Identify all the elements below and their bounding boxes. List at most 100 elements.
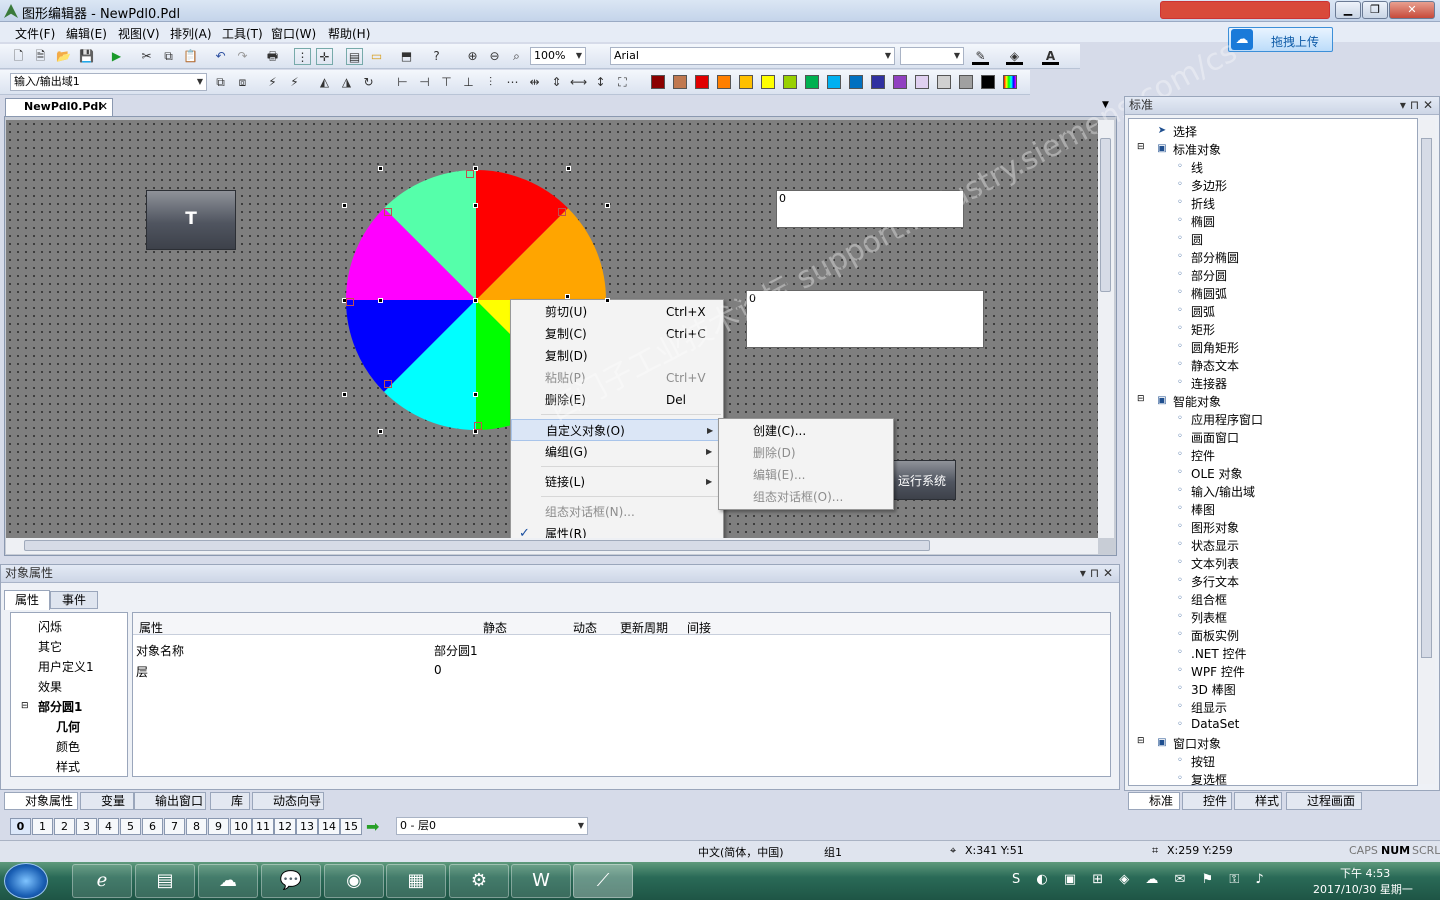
selection-handle[interactable] bbox=[342, 203, 347, 208]
color-swatch[interactable] bbox=[915, 75, 929, 89]
grid-column-header[interactable]: 静态 bbox=[483, 619, 507, 636]
color-swatch[interactable] bbox=[739, 75, 753, 89]
tree-item[interactable]: 效果 bbox=[38, 678, 62, 695]
copy-icon[interactable]: ⧉ bbox=[160, 48, 177, 65]
color-swatch[interactable] bbox=[871, 75, 885, 89]
color-swatch[interactable] bbox=[937, 75, 951, 89]
layer-button[interactable]: 1 bbox=[32, 818, 53, 835]
palette-item[interactable]: 圆弧 bbox=[1191, 303, 1215, 320]
align-right-icon[interactable]: ⊣ bbox=[416, 74, 433, 91]
align-left-icon[interactable]: ⊢ bbox=[394, 74, 411, 91]
wand-icon[interactable]: ⚡ bbox=[264, 74, 281, 91]
ungroup-icon[interactable]: ⧈ bbox=[234, 74, 251, 91]
palette-item[interactable]: 标准对象 bbox=[1173, 141, 1221, 158]
doc-tab[interactable]: NewPdl0.Pdl ✕ bbox=[5, 98, 113, 116]
tree-item[interactable]: 闪烁 bbox=[38, 618, 62, 635]
menu-item[interactable]: 帮助(H) bbox=[328, 25, 370, 42]
palette-item[interactable]: 线 bbox=[1191, 159, 1203, 176]
tool-icon[interactable]: ⚙ bbox=[449, 864, 509, 898]
color-picker-icon[interactable] bbox=[1003, 75, 1017, 89]
tab-events[interactable]: 事件 bbox=[50, 591, 98, 609]
same-size-icon[interactable]: ⛶ bbox=[614, 74, 631, 91]
selection-handle[interactable] bbox=[473, 392, 478, 397]
selection-handle[interactable] bbox=[342, 392, 347, 397]
submenu-item[interactable]: 创建(C)... bbox=[719, 420, 893, 442]
bottom-tab[interactable]: 对象属性 bbox=[4, 792, 78, 810]
palette-item[interactable]: DataSet bbox=[1191, 717, 1239, 731]
layer-button[interactable]: 8 bbox=[186, 818, 207, 835]
minimize-button[interactable]: ▁ bbox=[1335, 1, 1361, 19]
grid-column-header[interactable]: 间接 bbox=[687, 619, 711, 636]
palette-item[interactable]: 矩形 bbox=[1191, 321, 1215, 338]
start-button[interactable] bbox=[4, 863, 48, 899]
grid-cell-value[interactable]: 0 bbox=[434, 663, 442, 677]
layer-button[interactable]: 12 bbox=[274, 818, 296, 835]
selection-handle[interactable] bbox=[566, 166, 571, 171]
palette-item[interactable]: 静态文本 bbox=[1191, 357, 1239, 374]
palette-item[interactable]: 组合框 bbox=[1191, 591, 1227, 608]
palette-item[interactable]: 图形对象 bbox=[1191, 519, 1239, 536]
color-swatch[interactable] bbox=[959, 75, 973, 89]
explorer-icon[interactable]: ▤ bbox=[135, 864, 195, 898]
grid-cell-value[interactable]: 部分圆1 bbox=[434, 642, 478, 659]
palette-tab[interactable]: 控件 bbox=[1182, 792, 1232, 810]
palette-vscroll[interactable] bbox=[1419, 120, 1435, 784]
palette-item[interactable]: 按钮 bbox=[1191, 753, 1215, 770]
color-swatch[interactable] bbox=[849, 75, 863, 89]
center-v-icon[interactable]: ⋯ bbox=[504, 74, 521, 91]
layer-button[interactable]: 9 bbox=[208, 818, 229, 835]
undo-icon[interactable]: ↶ bbox=[212, 48, 229, 65]
tray-icons[interactable]: S ◐ ▣ ⊞ ◈ ☁ ✉ ⚑ ⚿ ♪ bbox=[1012, 872, 1270, 887]
color-swatch[interactable] bbox=[673, 75, 687, 89]
palette-item[interactable]: 折线 bbox=[1191, 195, 1215, 212]
palette-item[interactable]: OLE 对象 bbox=[1191, 465, 1243, 482]
graphics-designer-task[interactable]: ⟋ bbox=[573, 864, 633, 898]
menu-item[interactable]: 排列(A) bbox=[170, 25, 212, 42]
palette-item[interactable]: 复选框 bbox=[1191, 771, 1227, 788]
layer-button[interactable]: 15 bbox=[340, 818, 362, 835]
tree-item[interactable]: 部分圆1 bbox=[38, 698, 82, 715]
ie-icon[interactable]: ℯ bbox=[72, 864, 132, 898]
color-swatch[interactable] bbox=[651, 75, 665, 89]
menu-item[interactable]: 编辑(E) bbox=[66, 25, 107, 42]
layer-button[interactable]: 11 bbox=[252, 818, 274, 835]
cut-icon[interactable]: ✂ bbox=[138, 48, 155, 65]
color-swatch[interactable] bbox=[805, 75, 819, 89]
canvas-vscroll[interactable] bbox=[1098, 120, 1114, 538]
palette-item[interactable]: 部分椭圆 bbox=[1191, 249, 1239, 266]
selection-handle[interactable] bbox=[473, 298, 478, 303]
color-swatch[interactable] bbox=[827, 75, 841, 89]
arrow-right-icon[interactable]: ➡ bbox=[366, 817, 379, 836]
tree-item[interactable]: 其它 bbox=[38, 638, 62, 655]
print-icon[interactable]: 🖶 bbox=[264, 48, 281, 65]
grid-icon[interactable]: ⋮ bbox=[294, 48, 311, 65]
save-icon[interactable]: 💾 bbox=[78, 48, 95, 65]
palette-item[interactable]: 输入/输出域 bbox=[1191, 483, 1255, 500]
palette-tab[interactable]: 过程画面 bbox=[1286, 792, 1362, 810]
rotation-handle[interactable] bbox=[384, 380, 392, 388]
upload-button[interactable]: ☁ 拖拽上传 bbox=[1228, 27, 1333, 52]
rotation-handle[interactable] bbox=[474, 422, 482, 430]
layer-button[interactable]: 14 bbox=[318, 818, 340, 835]
palette-item[interactable]: 画面窗口 bbox=[1191, 429, 1239, 446]
same-height-icon[interactable]: ↕ bbox=[592, 74, 609, 91]
palette-item[interactable]: .NET 控件 bbox=[1191, 645, 1247, 662]
palette-item[interactable]: 棒图 bbox=[1191, 501, 1215, 518]
grid-column-header[interactable]: 属性 bbox=[139, 619, 163, 636]
layer-button[interactable]: 2 bbox=[54, 818, 75, 835]
open-folder-icon[interactable]: 📂 bbox=[55, 48, 72, 65]
bottom-tab[interactable]: 动态向导 bbox=[252, 792, 324, 810]
palette-item[interactable]: 圆 bbox=[1191, 231, 1203, 248]
layer-button[interactable]: 6 bbox=[142, 818, 163, 835]
menu-item[interactable]: 窗口(W) bbox=[271, 25, 316, 42]
new-pdl-icon[interactable]: 🗎 bbox=[32, 48, 49, 65]
space-v-icon[interactable]: ⇕ bbox=[548, 74, 565, 91]
object-icon[interactable]: ⬒ bbox=[398, 48, 415, 65]
zoom-out-icon[interactable]: ⊖ bbox=[486, 48, 503, 65]
font-size-combo[interactable]: ▼ bbox=[900, 47, 964, 65]
snap-icon[interactable]: ✛ bbox=[316, 48, 333, 65]
palette-item[interactable]: 控件 bbox=[1191, 447, 1215, 464]
palette-tab[interactable]: 样式 bbox=[1234, 792, 1282, 810]
canvas-run-button[interactable]: 运行系统 bbox=[888, 460, 956, 500]
context-menu-item[interactable]: 自定义对象(O) ▶ bbox=[511, 419, 723, 441]
